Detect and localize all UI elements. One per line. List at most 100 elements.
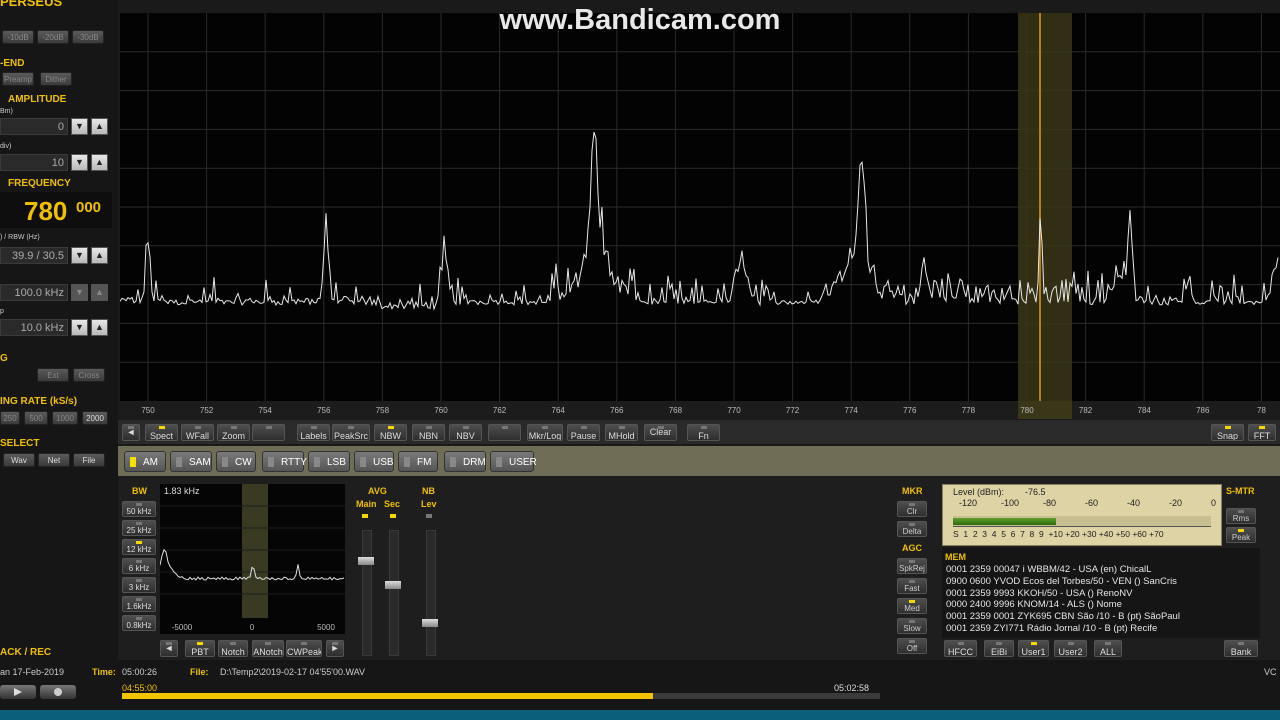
rate-500-button[interactable]: 500: [24, 411, 48, 425]
mem-button-hfcc[interactable]: HFCC: [944, 640, 977, 657]
agc-button-spkrej[interactable]: SpkRej: [897, 558, 927, 574]
step-up-button[interactable]: ▲: [91, 319, 108, 336]
att-button-30[interactable]: -30dB: [72, 30, 104, 44]
mem-button-user2[interactable]: User2: [1054, 640, 1087, 657]
preamp-button[interactable]: Preamp: [2, 72, 34, 86]
stop-button[interactable]: [0, 685, 36, 699]
mode-button-lsb[interactable]: LSB: [308, 451, 350, 472]
dither-button[interactable]: Dither: [40, 72, 72, 86]
mem-button-user1[interactable]: User1: [1018, 640, 1049, 657]
toolbar-button-zoom[interactable]: Zoom: [217, 424, 250, 441]
toolbar-button-snap[interactable]: Snap: [1211, 424, 1244, 441]
filter-button-2[interactable]: Notch: [218, 640, 248, 657]
scale-down-button[interactable]: ▼: [71, 154, 88, 171]
toolbar-button-nbv[interactable]: NBV: [449, 424, 482, 441]
wav-button[interactable]: Wav: [3, 453, 35, 467]
toolbar-button-clear[interactable]: Clear: [644, 424, 677, 441]
att-button-10[interactable]: -10dB: [2, 30, 34, 44]
agc-button-slow[interactable]: Slow: [897, 618, 927, 634]
rate-1000-button[interactable]: 1000: [52, 411, 78, 425]
peak-button[interactable]: Peak: [1226, 527, 1256, 543]
mode-button-fm[interactable]: FM: [398, 451, 438, 472]
toolbar-button-blank-4[interactable]: [252, 424, 285, 441]
toolbar-button-labels[interactable]: Labels: [297, 424, 330, 441]
rms-button[interactable]: Rms: [1226, 508, 1256, 524]
agc-button-med[interactable]: Med: [897, 598, 927, 614]
mode-button-am[interactable]: AM: [124, 451, 166, 472]
net-button[interactable]: Net: [38, 453, 70, 467]
ext-button[interactable]: Ext: [37, 368, 69, 382]
mode-button-user[interactable]: USER: [490, 451, 537, 472]
bw-button-5[interactable]: 1.6kHz: [122, 596, 156, 612]
rbw-field[interactable]: 39.9 / 30.5: [0, 247, 68, 264]
rbw-up-button[interactable]: ▲: [91, 247, 108, 264]
filter-button-4[interactable]: CWPeak: [286, 640, 322, 657]
step-field[interactable]: 10.0 kHz: [0, 319, 68, 336]
toolbar-button-blank-10[interactable]: [488, 424, 521, 441]
toolbar-button-spect[interactable]: Spect: [145, 424, 178, 441]
agc-button-fast[interactable]: Fast: [897, 578, 927, 594]
spectrum-display[interactable]: [120, 13, 1280, 401]
bw-button-2[interactable]: 12 kHz: [122, 539, 156, 555]
scale-field[interactable]: 10: [0, 154, 68, 171]
filter-button-3[interactable]: ANotch: [252, 640, 284, 657]
mem-list-item[interactable]: 0900 0600 YVOD Ecos del Torbes/50 - VEN …: [946, 576, 1177, 587]
bw-button-1[interactable]: 25 kHz: [122, 520, 156, 536]
ref-level-up-button[interactable]: ▲: [91, 118, 108, 135]
mem-list-item[interactable]: 0001 2359 0001 ZYK695 CBN São /10 - B (p…: [946, 611, 1180, 622]
toolbar-button-mhold[interactable]: MHold: [605, 424, 638, 441]
toolbar-button-fft[interactable]: FFT: [1248, 424, 1276, 441]
toolbar-button-nbw[interactable]: NBW: [374, 424, 407, 441]
rate-2000-button[interactable]: 2000: [82, 411, 108, 425]
span-field[interactable]: 100.0 kHz: [0, 284, 68, 301]
filter-display[interactable]: -5000 0 5000 1.83 kHz: [160, 484, 345, 634]
toolbar-button-pause[interactable]: Pause: [567, 424, 600, 441]
avg-sec-slider[interactable]: [389, 530, 399, 656]
cross-button[interactable]: Cross: [73, 368, 105, 382]
mode-button-usb[interactable]: USB: [354, 451, 394, 472]
step-down-button[interactable]: ▼: [71, 319, 88, 336]
toolbar-button-fn[interactable]: Fn: [687, 424, 720, 441]
bw-button-0[interactable]: 50 kHz: [122, 501, 156, 517]
toolbar-button-peaksrc[interactable]: PeakSrc: [332, 424, 370, 441]
toolbar-button-nbn[interactable]: NBN: [412, 424, 445, 441]
span-down-button[interactable]: ▼: [71, 284, 88, 301]
avg-sec-slider-knob[interactable]: [385, 581, 401, 590]
ref-level-down-button[interactable]: ▼: [71, 118, 88, 135]
mem-list-item[interactable]: 0001 2359 9993 KKOH/50 - USA () RenoNV: [946, 588, 1132, 599]
agc-button-off[interactable]: Off: [897, 638, 927, 654]
filter-button-5[interactable]: ►: [326, 640, 344, 657]
avg-main-slider-knob[interactable]: [358, 556, 374, 565]
bw-button-3[interactable]: 6 kHz: [122, 558, 156, 574]
ref-level-field[interactable]: 0: [0, 118, 68, 135]
mem-list-item[interactable]: 0000 2400 9996 KNOM/14 - ALS () Nome: [946, 599, 1122, 610]
rbw-down-button[interactable]: ▼: [71, 247, 88, 264]
scale-up-button[interactable]: ▲: [91, 154, 108, 171]
nb-level-slider-knob[interactable]: [422, 619, 438, 628]
toolbar-button-mkr-log[interactable]: Mkr/Log: [527, 424, 563, 441]
nb-level-slider[interactable]: [426, 530, 436, 656]
mode-button-rtty[interactable]: RTTY: [262, 451, 307, 472]
record-button[interactable]: [40, 685, 76, 699]
file-button[interactable]: File: [73, 453, 105, 467]
bw-button-6[interactable]: 0.8kHz: [122, 615, 156, 631]
bw-button-4[interactable]: 3 kHz: [122, 577, 156, 593]
mem-button-bank[interactable]: Bank: [1224, 640, 1258, 657]
mode-button-drm[interactable]: DRM: [444, 451, 486, 472]
mode-button-cw[interactable]: CW: [216, 451, 256, 472]
rate-250-button[interactable]: 250: [0, 411, 20, 425]
avg-main-slider[interactable]: [362, 530, 372, 656]
mem-button-all[interactable]: ALL: [1094, 640, 1122, 657]
span-up-button[interactable]: ▲: [91, 284, 108, 301]
frequency-display[interactable]: 780 000: [0, 192, 112, 228]
toolbar-button--[interactable]: ◄: [122, 424, 140, 441]
mkr-clear-button[interactable]: Clr: [897, 501, 927, 517]
mem-button-eibi[interactable]: EiBi: [984, 640, 1014, 657]
mkr-delta-button[interactable]: Delta: [897, 521, 927, 537]
mode-button-sam[interactable]: SAM: [170, 451, 212, 472]
filter-button-1[interactable]: PBT: [185, 640, 215, 657]
playback-progress[interactable]: [122, 693, 880, 699]
mem-list-item[interactable]: 0001 2359 00047 i WBBM/42 - USA (en) Chi…: [946, 564, 1151, 575]
mem-list-item[interactable]: 0001 2359 ZYI771 Rádio Jornal /10 - B (p…: [946, 623, 1157, 634]
filter-button-0[interactable]: ◄: [160, 640, 178, 657]
